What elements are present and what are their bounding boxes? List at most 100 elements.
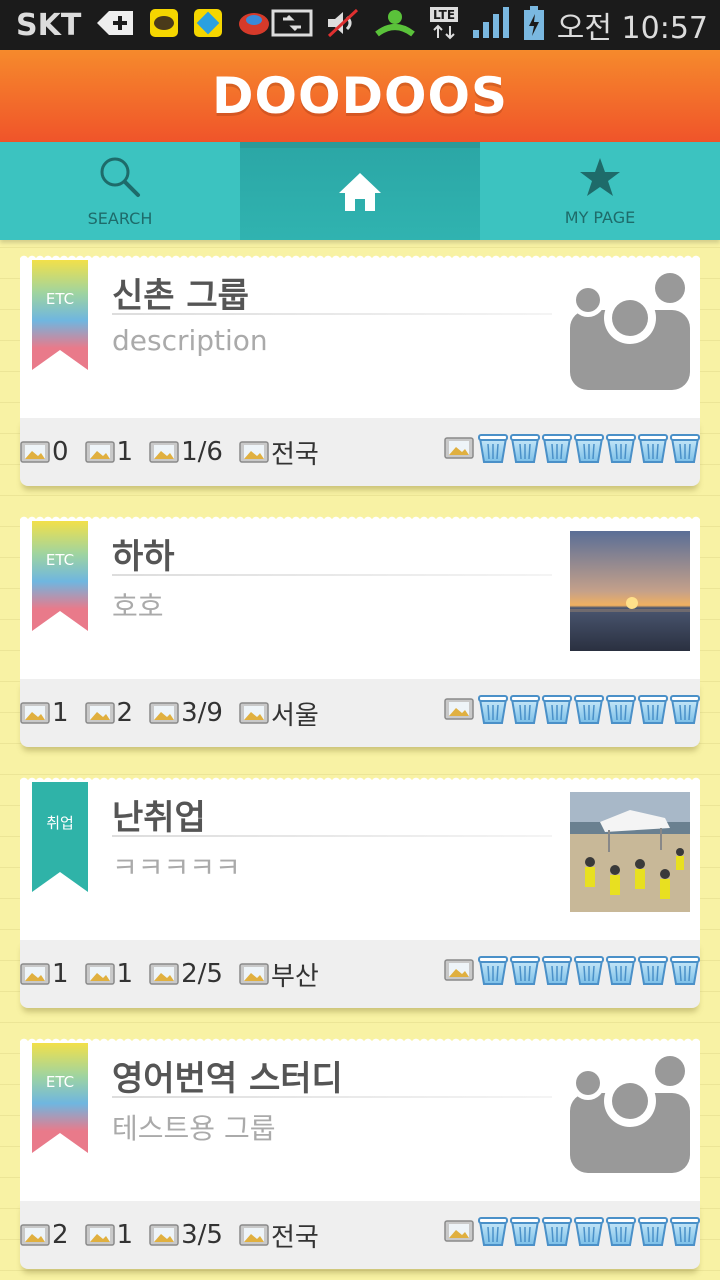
stat-icon bbox=[20, 963, 50, 985]
carrier-label: SKT bbox=[16, 7, 82, 43]
lte-icon: LTE bbox=[429, 6, 459, 44]
member-count: 3/5 bbox=[181, 1220, 223, 1250]
category-ribbon: ETC bbox=[32, 260, 88, 370]
cup-icon bbox=[574, 432, 604, 464]
cup-icon bbox=[478, 432, 508, 464]
card-footer: 1 2 3/9 서울 bbox=[20, 674, 700, 747]
group-card[interactable]: ETC 신촌 그룹 description 0 1 1/6 전국 bbox=[20, 252, 700, 486]
cup-icon bbox=[542, 954, 572, 986]
cup-icon bbox=[478, 693, 508, 725]
app-logo: DOODOOS bbox=[211, 67, 509, 125]
clock: 오전 10:57 bbox=[556, 11, 708, 46]
card-body: ETC 신촌 그룹 description bbox=[20, 252, 700, 418]
stat-value: 2 bbox=[52, 1220, 69, 1250]
rating-icon bbox=[444, 1220, 474, 1242]
game-app-icon bbox=[237, 8, 271, 42]
region-label: 서울 bbox=[270, 700, 319, 731]
tab-home[interactable] bbox=[240, 142, 480, 240]
card-footer: 2 1 3/5 전국 bbox=[20, 1196, 700, 1269]
svg-text:LTE: LTE bbox=[433, 8, 455, 22]
plus-icon bbox=[95, 8, 135, 42]
group-title: 영어번역 스터디 bbox=[112, 1059, 343, 1099]
group-card[interactable]: ETC 영어번역 스터디 테스트용 그룹 2 1 3/5 전국 bbox=[20, 1035, 700, 1269]
member-count: 2/5 bbox=[181, 959, 223, 989]
cup-icon bbox=[606, 954, 636, 986]
title-divider bbox=[112, 313, 552, 315]
title-divider bbox=[112, 574, 552, 576]
cup-icon bbox=[670, 1215, 700, 1247]
home-icon bbox=[337, 171, 383, 217]
tab-search[interactable]: SEARCH bbox=[0, 142, 240, 240]
group-card[interactable]: ETC 하하 호호 1 2 3/9 서울 bbox=[20, 513, 700, 747]
card-body: 취업 난취업 ㅋㅋㅋㅋㅋ bbox=[20, 774, 700, 940]
cup-icon bbox=[510, 432, 540, 464]
stat-icon bbox=[149, 1224, 179, 1246]
cup-icon bbox=[510, 1215, 540, 1247]
group-description: description bbox=[112, 324, 268, 357]
member-count: 1/6 bbox=[181, 437, 223, 467]
group-card[interactable]: 취업 난취업 ㅋㅋㅋㅋㅋ 1 1 2/5 부산 bbox=[20, 774, 700, 1008]
cup-rating bbox=[444, 693, 700, 725]
kakaotalk-icon bbox=[149, 8, 179, 42]
card-footer: 1 1 2/5 부산 bbox=[20, 935, 700, 1008]
cup-rating bbox=[444, 432, 700, 464]
stat-icon bbox=[239, 1224, 269, 1246]
category-ribbon: ETC bbox=[32, 521, 88, 631]
group-title: 난취업 bbox=[112, 798, 206, 838]
cup-icon bbox=[670, 693, 700, 725]
stat-icon bbox=[20, 702, 50, 724]
cup-icon bbox=[574, 954, 604, 986]
title-divider bbox=[112, 835, 552, 837]
stat-icon bbox=[20, 1224, 50, 1246]
rating-icon bbox=[444, 437, 474, 459]
group-stats: 2 1 3/5 전국 bbox=[20, 1217, 335, 1253]
member-count: 3/9 bbox=[181, 698, 223, 728]
cup-icon bbox=[606, 1215, 636, 1247]
rating-icon bbox=[444, 698, 474, 720]
signal-icon bbox=[471, 6, 511, 44]
call-icon bbox=[373, 8, 417, 42]
status-bar: SKT LTE 오전 10:57 bbox=[0, 0, 720, 50]
volume-mute-icon bbox=[325, 8, 361, 42]
stat-icon bbox=[239, 963, 269, 985]
cup-icon bbox=[574, 693, 604, 725]
cup-icon bbox=[542, 693, 572, 725]
stat-value: 1 bbox=[116, 437, 134, 467]
cup-icon bbox=[670, 954, 700, 986]
cup-rating bbox=[444, 954, 700, 986]
stat-value: 1 bbox=[52, 698, 69, 728]
category-ribbon: 취업 bbox=[32, 782, 88, 892]
cup-icon bbox=[574, 1215, 604, 1247]
card-body: ETC 하하 호호 bbox=[20, 513, 700, 679]
cup-icon bbox=[542, 432, 572, 464]
region-label: 부산 bbox=[270, 961, 319, 992]
card-body: ETC 영어번역 스터디 테스트용 그룹 bbox=[20, 1035, 700, 1201]
default-group-icon bbox=[570, 1051, 690, 1173]
stat-value: 1 bbox=[116, 1220, 134, 1250]
title-divider bbox=[112, 1096, 552, 1098]
cup-icon bbox=[638, 1215, 668, 1247]
group-stats: 1 2 3/9 서울 bbox=[20, 695, 335, 731]
cup-rating bbox=[444, 1215, 700, 1247]
category-label: ETC bbox=[45, 290, 75, 308]
screen-mirror-icon bbox=[271, 8, 313, 42]
stat-icon bbox=[239, 702, 269, 724]
stat-value: 2 bbox=[116, 698, 134, 728]
cup-icon bbox=[638, 954, 668, 986]
stat-icon bbox=[149, 441, 179, 463]
stat-icon bbox=[85, 963, 115, 985]
default-group-icon bbox=[570, 268, 690, 390]
stat-value: 1 bbox=[116, 959, 134, 989]
tab-bar: SEARCH MY PAGE bbox=[0, 142, 720, 240]
stat-icon bbox=[20, 441, 50, 463]
stat-icon bbox=[85, 441, 115, 463]
stat-icon bbox=[85, 702, 115, 724]
tab-my-page[interactable]: MY PAGE bbox=[480, 142, 720, 240]
cup-icon bbox=[510, 954, 540, 986]
group-stats: 0 1 1/6 전국 bbox=[20, 434, 335, 470]
tab-my-page-label: MY PAGE bbox=[564, 207, 636, 227]
card-footer: 0 1 1/6 전국 bbox=[20, 413, 700, 486]
star-icon bbox=[578, 156, 622, 202]
cup-icon bbox=[638, 432, 668, 464]
cup-icon bbox=[542, 1215, 572, 1247]
